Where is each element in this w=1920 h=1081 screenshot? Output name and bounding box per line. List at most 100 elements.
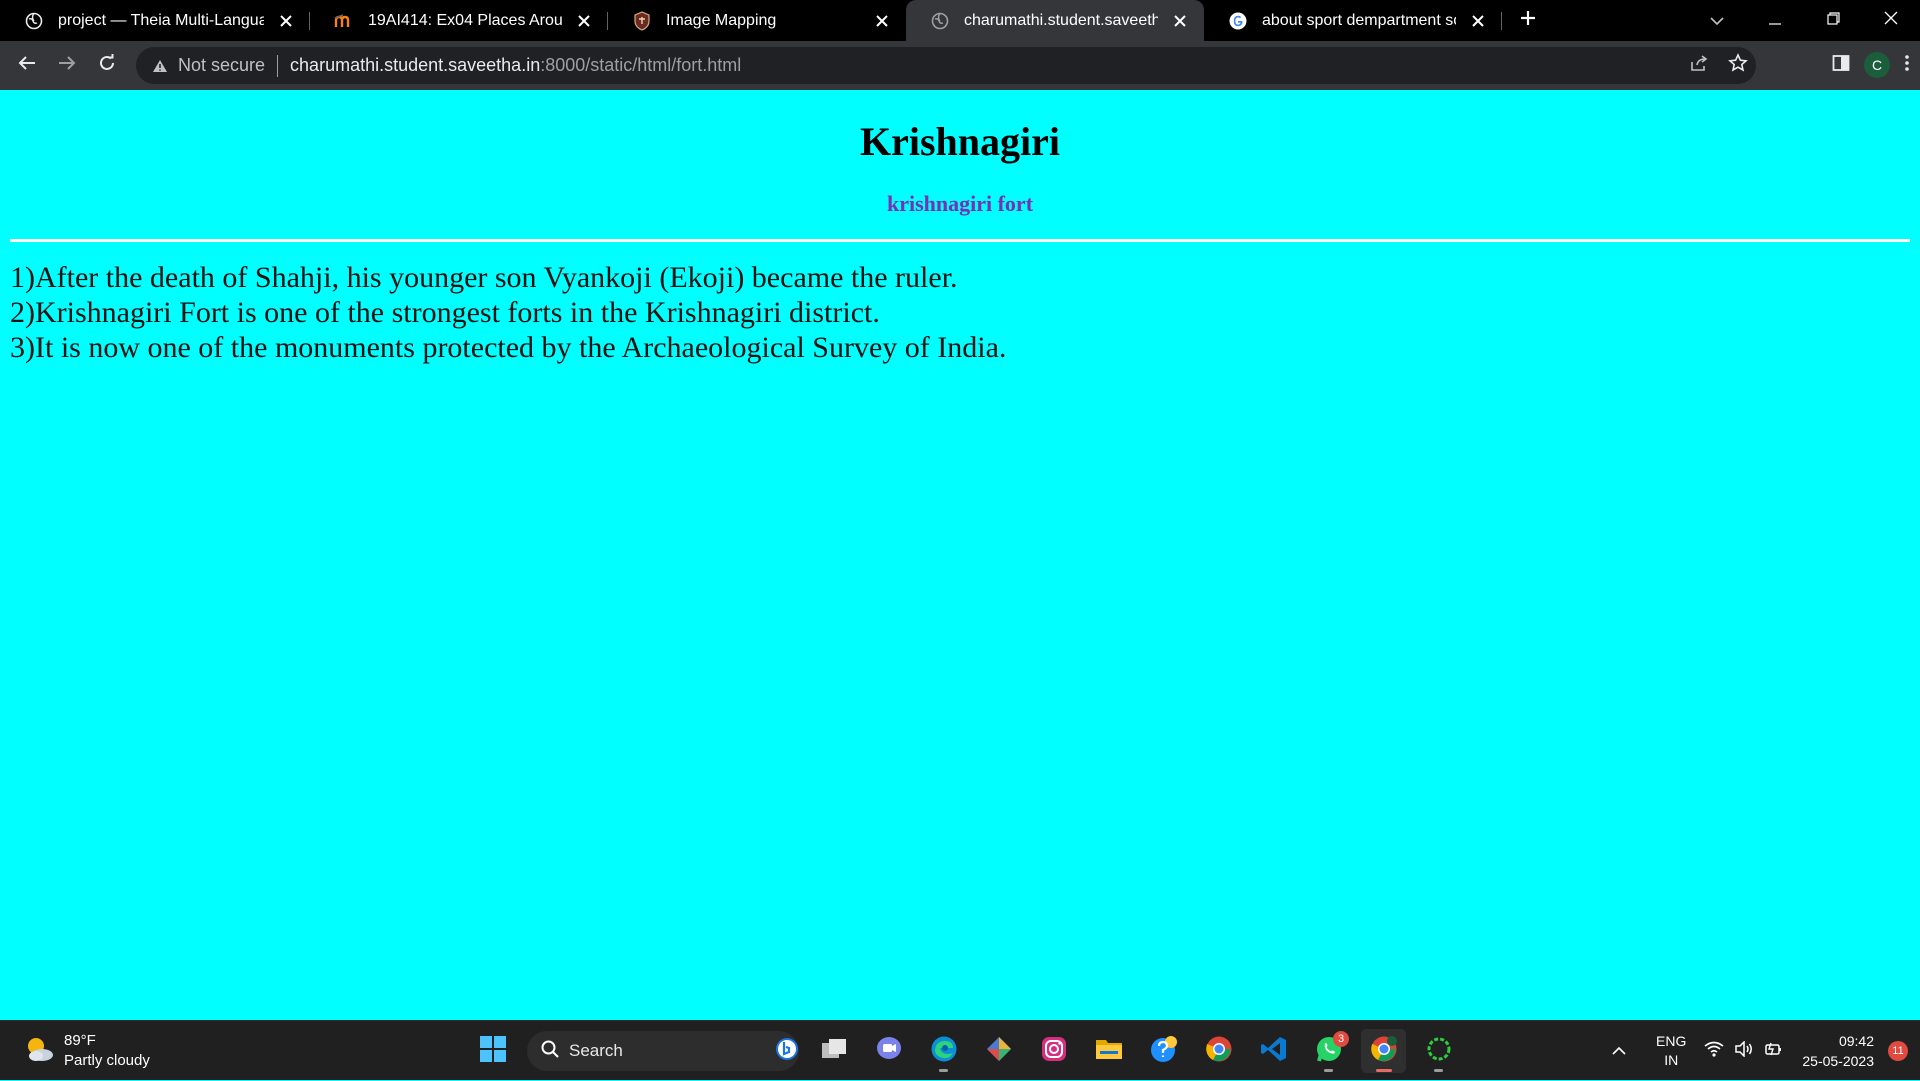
wifi-icon[interactable] xyxy=(1704,1041,1724,1062)
running-indicator xyxy=(939,1069,948,1072)
tab-fort-page[interactable]: charumathi.student.saveetha.in:8 xyxy=(906,0,1204,41)
window-controls xyxy=(1688,0,1920,41)
new-tab-button[interactable] xyxy=(1506,0,1550,41)
language-indicator[interactable]: ENG IN xyxy=(1656,1032,1686,1070)
edge-icon xyxy=(930,1035,958,1068)
language-line: ENG xyxy=(1656,1033,1687,1049)
page-subtitle: krishnagiri fort xyxy=(886,191,1034,216)
page-content: Krishnagiri krishnagiri fort 1)After the… xyxy=(0,90,1920,1020)
chat-icon xyxy=(875,1036,903,1067)
chrome-button[interactable] xyxy=(1196,1029,1241,1073)
toolbar-actions: C xyxy=(1832,45,1910,85)
globe-icon xyxy=(930,11,950,31)
chrome-icon xyxy=(1370,1035,1398,1068)
windows-taskbar: 89°F Partly cloudy Search 3 ENG IN 09:42… xyxy=(0,1020,1920,1080)
warning-triangle-icon[interactable] xyxy=(150,56,170,76)
notification-badge: 3 xyxy=(1333,1031,1349,1047)
tab-title: Image Mapping xyxy=(666,11,777,29)
tab-moodle[interactable]: 19AI414: Ex04 Places Around Me xyxy=(310,0,608,41)
reload-button[interactable] xyxy=(87,46,127,86)
file-explorer-button[interactable] xyxy=(1086,1029,1131,1073)
edge-button[interactable] xyxy=(921,1029,966,1073)
fact-item: 2)Krishnagiri Fort is one of the stronge… xyxy=(10,296,880,329)
arrow-right-icon xyxy=(58,55,76,76)
search-icon xyxy=(541,1040,559,1063)
page-title: Krishnagiri xyxy=(859,119,1061,164)
bookmark-star-icon[interactable] xyxy=(1728,53,1748,78)
close-icon[interactable] xyxy=(274,9,298,33)
close-icon[interactable] xyxy=(572,9,596,33)
tab-search-button[interactable] xyxy=(1688,0,1746,41)
vscode-button[interactable] xyxy=(1251,1029,1296,1073)
tab-title: project — Theia Multi-Language xyxy=(58,11,264,29)
task-view-icon xyxy=(820,1037,848,1066)
tab-separator xyxy=(1501,12,1502,30)
close-icon[interactable] xyxy=(1168,9,1192,33)
chevron-down-icon xyxy=(1710,12,1724,30)
close-icon[interactable] xyxy=(870,9,894,33)
fact-item: 3)It is now one of the monuments protect… xyxy=(10,331,1007,364)
search-label: Search xyxy=(569,1041,623,1060)
moodle-icon xyxy=(334,11,354,31)
taskbar-search[interactable]: Search xyxy=(527,1031,799,1071)
help-button[interactable] xyxy=(1141,1029,1186,1073)
chrome-profile-button[interactable] xyxy=(1361,1029,1406,1073)
horizontal-rule xyxy=(10,239,1910,242)
instagram-button[interactable] xyxy=(1031,1029,1076,1073)
side-panel-icon[interactable] xyxy=(1832,54,1850,77)
tab-theia[interactable]: project — Theia Multi-Language xyxy=(0,0,310,41)
start-button[interactable] xyxy=(470,1029,515,1073)
windows-logo-icon xyxy=(479,1035,507,1068)
battery-plug-icon[interactable] xyxy=(1764,1041,1784,1062)
kebab-menu-icon[interactable] xyxy=(1904,54,1910,77)
running-indicator xyxy=(1376,1069,1392,1072)
running-indicator xyxy=(1324,1069,1333,1072)
running-indicator xyxy=(1434,1069,1443,1072)
security-label[interactable]: Not secure xyxy=(178,55,265,76)
git-button[interactable] xyxy=(976,1029,1021,1073)
vscode-icon xyxy=(1260,1035,1288,1068)
help-icon xyxy=(1149,1034,1179,1069)
omnibox-actions xyxy=(1690,47,1748,84)
url-host: charumathi.student.saveetha.in xyxy=(290,55,541,75)
git-diamond-icon xyxy=(985,1035,1013,1068)
instagram-icon xyxy=(1040,1035,1068,1068)
profile-avatar[interactable]: C xyxy=(1864,52,1890,78)
taskbar-apps: Search 3 xyxy=(470,1029,1461,1073)
chrome-icon xyxy=(1205,1035,1233,1068)
address-bar[interactable]: Not secure charumathi.student.saveetha.i… xyxy=(136,47,1756,84)
restore-button[interactable] xyxy=(1804,0,1862,41)
chevron-up-icon[interactable] xyxy=(1612,1042,1626,1060)
back-button[interactable] xyxy=(7,46,47,86)
clock[interactable]: 09:42 25-05-2023 xyxy=(1802,1031,1874,1071)
close-window-button[interactable] xyxy=(1862,0,1920,41)
system-tray: ENG IN 09:42 25-05-2023 11 xyxy=(1612,1021,1920,1081)
spinner-icon xyxy=(1425,1035,1453,1068)
arrow-left-icon xyxy=(18,55,36,76)
divider xyxy=(277,54,279,77)
share-icon[interactable] xyxy=(1690,54,1710,77)
loading-app-button[interactable] xyxy=(1416,1029,1461,1073)
volume-icon[interactable] xyxy=(1734,1039,1754,1062)
close-icon[interactable] xyxy=(1466,9,1490,33)
tab-title: 19AI414: Ex04 Places Around Me xyxy=(368,11,562,29)
tab-google-search[interactable]: about sport dempartment society xyxy=(1204,0,1502,41)
fact-item: 1)After the death of Shahji, his younger… xyxy=(10,261,958,294)
forward-button[interactable] xyxy=(47,46,87,86)
teams-chat-button[interactable] xyxy=(866,1029,911,1073)
clock-time: 09:42 xyxy=(1838,1033,1874,1049)
notification-center-badge[interactable]: 11 xyxy=(1888,1041,1908,1061)
minimize-button[interactable] xyxy=(1746,0,1804,41)
region-line: IN xyxy=(1664,1052,1679,1068)
task-view-button[interactable] xyxy=(811,1029,856,1073)
plus-icon xyxy=(1519,9,1537,32)
weather-temp: 89°F xyxy=(64,1032,96,1049)
browser-toolbar: Not secure charumathi.student.saveetha.i… xyxy=(0,41,1920,90)
tab-image-mapping[interactable]: Image Mapping xyxy=(608,0,906,41)
whatsapp-button[interactable]: 3 xyxy=(1306,1029,1351,1073)
restore-icon xyxy=(1826,11,1840,30)
close-icon xyxy=(1884,11,1898,30)
shield-crest-icon xyxy=(632,10,652,31)
bing-icon xyxy=(775,1037,799,1066)
weather-widget[interactable]: 89°F Partly cloudy xyxy=(24,1031,150,1071)
